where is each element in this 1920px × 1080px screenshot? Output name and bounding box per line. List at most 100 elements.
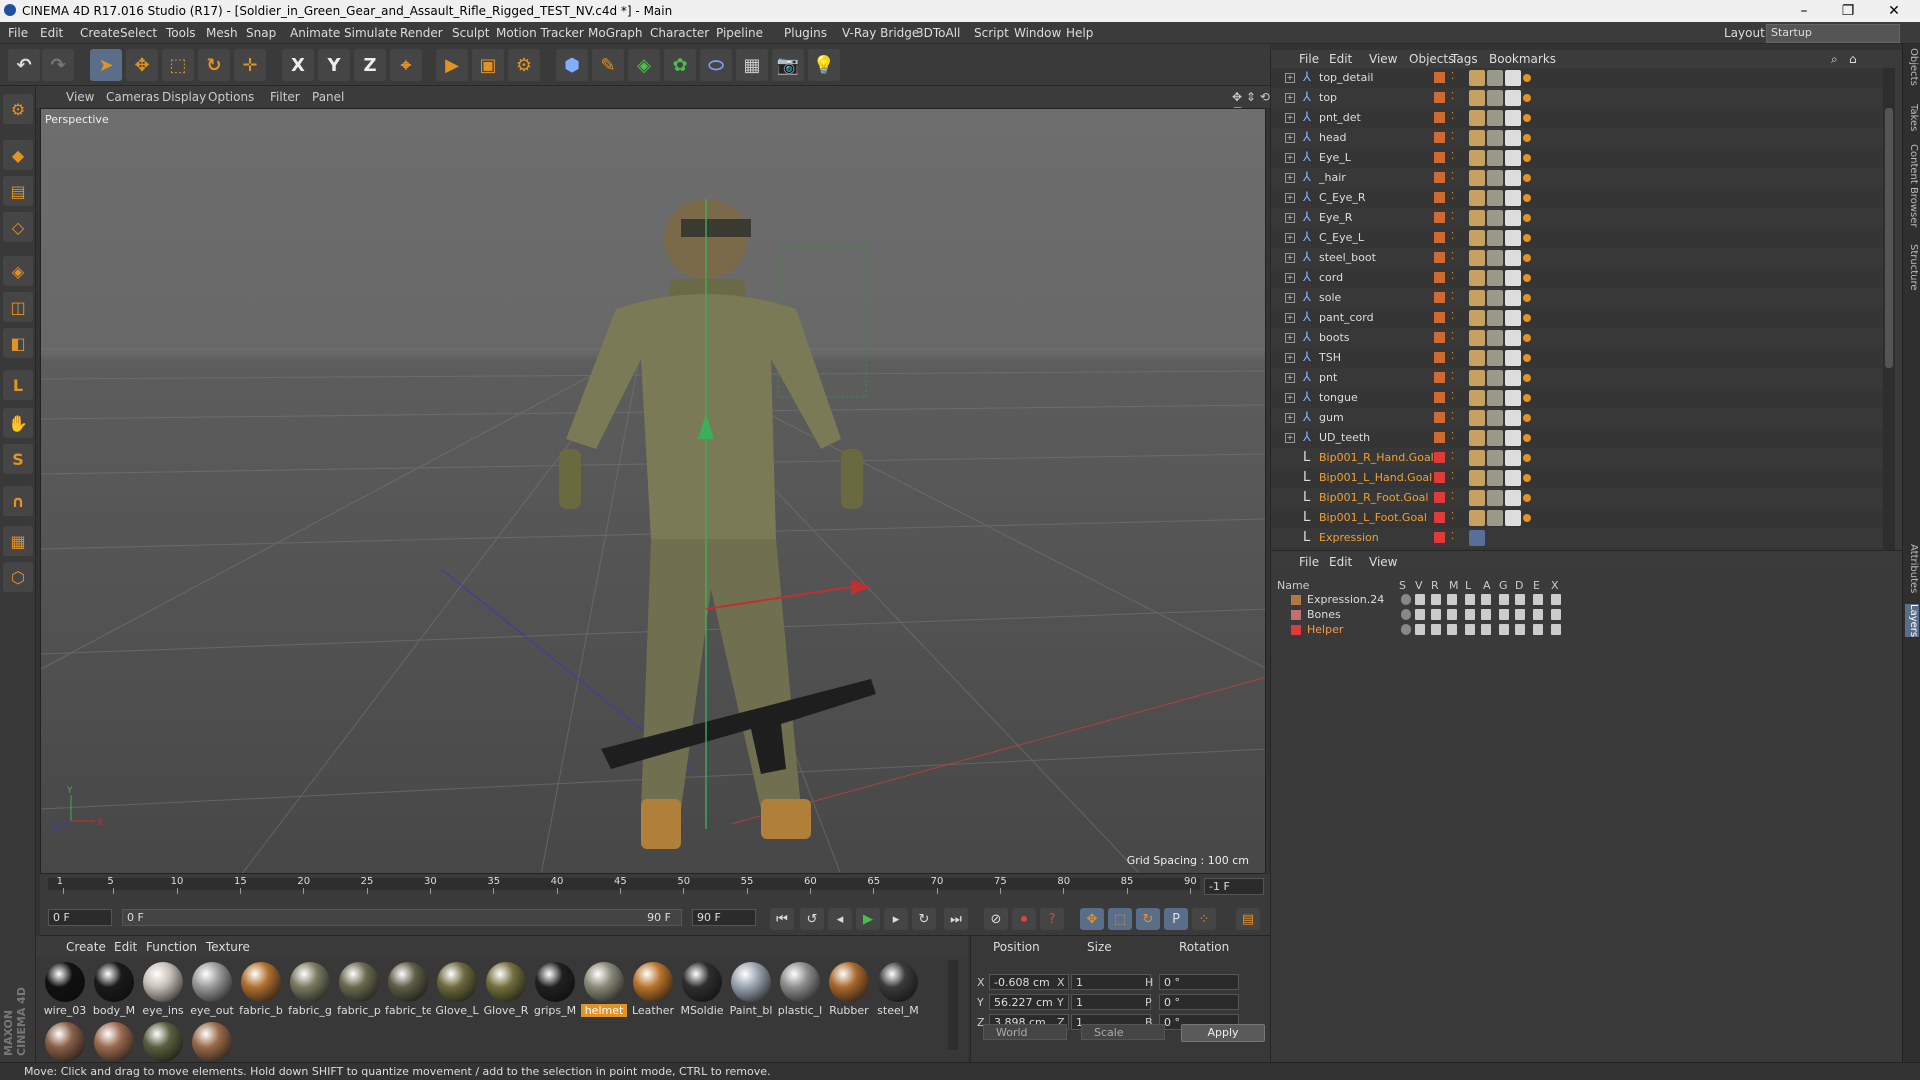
object-name[interactable]: UD_teeth xyxy=(1319,431,1370,444)
material-swatch[interactable]: eye_out xyxy=(189,960,235,1018)
menu-simulate[interactable]: Simulate xyxy=(344,26,397,40)
layer-flag-icon[interactable] xyxy=(1431,594,1441,605)
object-name[interactable]: tongue xyxy=(1319,391,1358,404)
object-row[interactable]: + ⅄ head ⁚ xyxy=(1271,128,1883,148)
make-editable-icon[interactable]: ⚙ xyxy=(3,94,33,124)
weight-tag-icon[interactable] xyxy=(1469,390,1485,406)
render-view-button[interactable]: ▶ xyxy=(436,49,468,81)
texture-tag-icon[interactable] xyxy=(1487,350,1503,366)
texture-mode-icon[interactable]: ▤ xyxy=(3,176,33,206)
x-axis-button[interactable]: X xyxy=(282,49,314,81)
layer-flag-icon[interactable] xyxy=(1499,594,1509,605)
side-tab-attributes[interactable]: Attributes xyxy=(1905,544,1919,593)
material-swatch[interactable]: Glove_R xyxy=(483,960,529,1018)
layer-color-swatch[interactable] xyxy=(1291,610,1301,620)
ik-tag-icon[interactable] xyxy=(1523,374,1531,382)
axis-mode-icon[interactable]: L xyxy=(3,370,33,400)
side-tab-structure[interactable]: Structure xyxy=(1905,244,1919,291)
autokey-icon[interactable]: ? xyxy=(1040,908,1064,930)
layer-color-swatch[interactable] xyxy=(1291,595,1301,605)
object-name[interactable]: Eye_R xyxy=(1319,211,1352,224)
object-name[interactable]: TSH xyxy=(1319,351,1341,364)
material-scrollbar[interactable] xyxy=(948,960,958,1050)
object-name[interactable]: C_Eye_L xyxy=(1319,231,1364,244)
rotate-button[interactable]: ↻ xyxy=(198,49,230,81)
texture-tag-icon[interactable] xyxy=(1487,190,1503,206)
object-name[interactable]: sole xyxy=(1319,291,1341,304)
visibility-dots-icon[interactable]: ⁚ xyxy=(1451,71,1454,82)
object-search-icon[interactable]: ⌕ xyxy=(1831,52,1838,67)
texture-tag-icon[interactable] xyxy=(1487,130,1503,146)
ik-tag-icon[interactable] xyxy=(1523,454,1531,462)
keyframe-selection-icon[interactable]: ⊘ xyxy=(984,908,1008,930)
menu-motion-tracker[interactable]: Motion Tracker xyxy=(496,26,584,40)
camera-button[interactable]: 📷 xyxy=(772,49,804,81)
timeline-ruler[interactable]: 1 5 10 15 20 25 30 35 40 45 50 55 60 65 70 75 80 85 90 -1 … xyxy=(40,874,1270,900)
layer-flag-icon[interactable] xyxy=(1447,609,1457,620)
texture-tag-icon[interactable] xyxy=(1487,490,1503,506)
edit-render-settings-button[interactable]: ⚙ xyxy=(508,49,540,81)
layer-flag-icon[interactable] xyxy=(1415,624,1425,635)
object-row[interactable]: + ⅄ cord ⁚ xyxy=(1271,268,1883,288)
layer-color-swatch[interactable] xyxy=(1434,492,1445,503)
visibility-dots-icon[interactable]: ⁚ xyxy=(1451,371,1454,382)
material-swatch[interactable]: grips_M xyxy=(532,960,578,1018)
object-row[interactable]: + ⅄ _hair ⁚ xyxy=(1271,168,1883,188)
menu-window[interactable]: Window xyxy=(1014,26,1061,40)
layer-column-a[interactable]: A xyxy=(1483,579,1491,592)
weight-tag-icon[interactable] xyxy=(1469,470,1485,486)
visibility-dots-icon[interactable]: ⁚ xyxy=(1451,331,1454,342)
checker-tag-icon[interactable] xyxy=(1505,90,1521,106)
menu-render[interactable]: Render xyxy=(400,26,443,40)
layer-color-swatch[interactable] xyxy=(1434,392,1445,403)
side-tab-content-browser[interactable]: Content Browser xyxy=(1905,144,1919,227)
layer-flag-icon[interactable] xyxy=(1447,594,1457,605)
object-name[interactable]: Expression xyxy=(1319,531,1379,544)
workplane-lock-icon[interactable]: ▦ xyxy=(3,526,33,556)
layer-flag-icon[interactable] xyxy=(1499,609,1509,620)
viewport-menu-cameras[interactable]: Cameras xyxy=(106,90,159,104)
subdivision-button[interactable]: ◈ xyxy=(628,49,660,81)
object-menu-objects[interactable]: Objects xyxy=(1409,52,1454,66)
object-menu-tags[interactable]: Tags xyxy=(1451,52,1478,66)
object-row[interactable]: + ⅄ UD_teeth ⁚ xyxy=(1271,428,1883,448)
visibility-dots-icon[interactable]: ⁚ xyxy=(1451,271,1454,282)
object-row[interactable]: L Bip001_L_Hand.Goal ⁚ xyxy=(1271,468,1883,488)
layer-color-swatch[interactable] xyxy=(1434,112,1445,123)
object-menu-file[interactable]: File xyxy=(1299,52,1319,66)
layer-flag-icon[interactable] xyxy=(1401,594,1411,605)
object-name[interactable]: head xyxy=(1319,131,1346,144)
viewport-menu-filter[interactable]: Filter xyxy=(270,90,300,104)
size-y-field[interactable]: 1 xyxy=(1071,994,1151,1010)
object-row[interactable]: + ⅄ steel_boot ⁚ xyxy=(1271,248,1883,268)
material-swatch[interactable]: helmet xyxy=(581,960,627,1018)
visibility-dots-icon[interactable]: ⁚ xyxy=(1451,351,1454,362)
undo-button[interactable]: ↶ xyxy=(8,49,40,81)
expand-toggle-icon[interactable]: + xyxy=(1285,413,1295,423)
visibility-dots-icon[interactable]: ⁚ xyxy=(1451,251,1454,262)
ik-tag-icon[interactable] xyxy=(1523,194,1531,202)
visibility-dots-icon[interactable]: ⁚ xyxy=(1451,151,1454,162)
layer-color-swatch[interactable] xyxy=(1434,332,1445,343)
weight-tag-icon[interactable] xyxy=(1469,70,1485,86)
expand-toggle-icon[interactable]: + xyxy=(1285,73,1295,83)
object-row[interactable]: + ⅄ C_Eye_R ⁚ xyxy=(1271,188,1883,208)
repeat-icon[interactable]: ↻ xyxy=(912,908,936,930)
visibility-dots-icon[interactable]: ⁚ xyxy=(1451,511,1454,522)
weight-tag-icon[interactable] xyxy=(1469,250,1485,266)
layer-color-swatch[interactable] xyxy=(1434,192,1445,203)
texture-tag-icon[interactable] xyxy=(1487,470,1503,486)
layer-color-swatch[interactable] xyxy=(1434,152,1445,163)
material-menu-function[interactable]: Function xyxy=(146,940,197,954)
ik-tag-icon[interactable] xyxy=(1523,314,1531,322)
object-name[interactable]: pnt xyxy=(1319,371,1337,384)
layer-name[interactable]: Expression.24 xyxy=(1307,593,1384,606)
record-pla-icon[interactable]: ⁘ xyxy=(1192,908,1216,930)
record-icon[interactable]: ⏺ xyxy=(1012,908,1036,930)
layer-flag-icon[interactable] xyxy=(1415,594,1425,605)
layer-color-swatch[interactable] xyxy=(1434,92,1445,103)
menu-mesh[interactable]: Mesh xyxy=(206,26,238,40)
viewport-3d[interactable]: Y X Z Perspective Grid Spacing : 100 cm xyxy=(40,108,1266,874)
weight-tag-icon[interactable] xyxy=(1469,290,1485,306)
visibility-dots-icon[interactable]: ⁚ xyxy=(1451,291,1454,302)
